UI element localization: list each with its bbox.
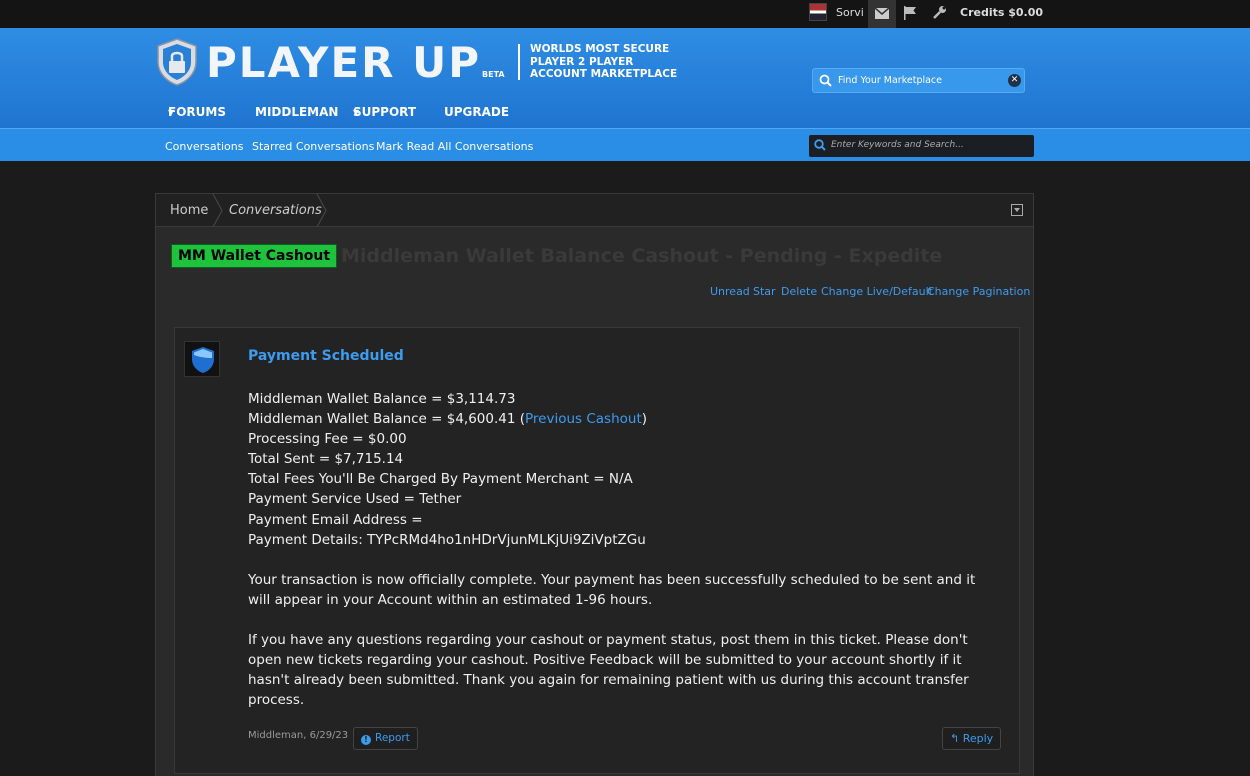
shield-lock-icon[interactable] bbox=[156, 38, 198, 86]
site-logo[interactable]: PLAYER UP bbox=[206, 40, 481, 86]
body-line: Processing Fee = $0.00 bbox=[248, 431, 407, 448]
breadcrumb-conversations[interactable]: Conversations bbox=[229, 203, 322, 218]
tagline-line: WORLDS MOST SECURE bbox=[530, 43, 670, 55]
breadcrumb-home[interactable]: Home bbox=[170, 203, 208, 218]
tagline-line: ACCOUNT MARKETPLACE bbox=[530, 68, 678, 80]
action-star[interactable]: Star bbox=[753, 285, 776, 298]
message-author-date[interactable]: Middleman, 6/29/23 bbox=[248, 730, 348, 741]
action-unread[interactable]: Unread bbox=[710, 285, 750, 298]
message-post: Payment Scheduled Middleman Wallet Balan… bbox=[174, 327, 1020, 774]
marketplace-search[interactable]: Find Your Marketplace ✕ bbox=[812, 68, 1025, 93]
report-button[interactable]: ! Report bbox=[353, 727, 418, 750]
thread-prefix-badge: MM Wallet Cashout bbox=[171, 244, 338, 268]
breadcrumb-separator bbox=[212, 194, 223, 227]
keyword-search-input[interactable]: Enter Keywords and Search... bbox=[809, 135, 1034, 157]
marketplace-search-placeholder: Find Your Marketplace bbox=[838, 75, 942, 86]
avatar[interactable] bbox=[184, 341, 220, 377]
body-line: Middleman Wallet Balance = $4,600.41 (Pr… bbox=[248, 411, 648, 428]
username[interactable]: Sorvi bbox=[836, 6, 864, 19]
tagline-line: PLAYER 2 PLAYER bbox=[530, 55, 634, 68]
nav-middleman[interactable]: MIDDLEMAN bbox=[255, 105, 338, 119]
body-line: Payment Service Used = Tether bbox=[248, 491, 462, 508]
collapse-toggle-icon[interactable] bbox=[1011, 204, 1023, 216]
subnav-conversations[interactable]: Conversations bbox=[165, 140, 243, 153]
action-delete[interactable]: Delete bbox=[781, 285, 817, 298]
sub-nav: Conversations Starred Conversations Mark… bbox=[0, 128, 1250, 161]
wrench-icon[interactable] bbox=[932, 5, 947, 20]
thread-title: Middleman Wallet Balance Cashout - Pendi… bbox=[341, 245, 943, 267]
keyword-search-placeholder: Enter Keywords and Search... bbox=[831, 140, 964, 150]
body-line: Middleman Wallet Balance = $3,114.73 bbox=[248, 391, 516, 407]
info-icon: ! bbox=[361, 735, 371, 745]
message-body: Middleman Wallet Balance = $3,114.73 Mid… bbox=[248, 389, 998, 710]
reply-button[interactable]: ↰ Reply bbox=[942, 727, 1002, 750]
body-line: Total Sent = $7,715.14 bbox=[248, 451, 404, 468]
body-line: Payment Email Address = bbox=[248, 511, 423, 528]
body-paragraph: If you have any questions regarding your… bbox=[248, 631, 969, 709]
action-change-live-default[interactable]: Change Live/Default bbox=[821, 285, 933, 298]
user-bar: Sorvi Credits $0.00 bbox=[0, 0, 1250, 28]
breadcrumb-separator bbox=[316, 194, 327, 227]
search-icon bbox=[819, 74, 832, 87]
search-icon bbox=[814, 139, 826, 151]
inbox-button[interactable] bbox=[868, 0, 896, 28]
reply-arrow-icon: ↰ bbox=[950, 732, 960, 745]
breadcrumb: Home Conversations bbox=[156, 194, 1033, 227]
nav-support[interactable]: SUPPORT ▾ bbox=[353, 105, 416, 119]
nav-forums[interactable]: FORUMS ▾ bbox=[168, 105, 226, 119]
beta-label: BETA bbox=[482, 70, 505, 79]
flag-icon[interactable] bbox=[903, 6, 917, 20]
body-paragraph: Your transaction is now officially compl… bbox=[248, 571, 976, 608]
avatar[interactable] bbox=[809, 3, 827, 21]
action-change-pagination[interactable]: Change Pagination bbox=[927, 285, 1030, 298]
body-line: Total Fees You'll Be Charged By Payment … bbox=[248, 471, 633, 488]
envelope-icon bbox=[875, 8, 889, 19]
logo-tagline: WORLDS MOST SECURE PLAYER 2 PLAYER ACCOU… bbox=[530, 43, 677, 81]
site-header: PLAYER UP BETA WORLDS MOST SECURE PLAYER… bbox=[0, 28, 1250, 128]
logo-divider bbox=[518, 44, 520, 80]
clear-icon[interactable]: ✕ bbox=[1008, 74, 1021, 87]
message-title: Payment Scheduled bbox=[248, 348, 404, 364]
nav-upgrade[interactable]: UPGRADE bbox=[444, 105, 509, 119]
shield-icon bbox=[192, 347, 214, 373]
previous-cashout-link[interactable]: Previous Cashout bbox=[525, 411, 642, 427]
subnav-starred-conversations[interactable]: Starred Conversations bbox=[252, 140, 374, 153]
body-line: Payment Details: TYPcRMd4ho1nHDrVjunMLKj… bbox=[248, 531, 646, 548]
credits-link[interactable]: Credits $0.00 bbox=[960, 6, 1043, 19]
content-panel: Home Conversations MM Wallet Cashout Mid… bbox=[155, 193, 1034, 776]
subnav-mark-read-all[interactable]: Mark Read All Conversations bbox=[376, 140, 533, 153]
